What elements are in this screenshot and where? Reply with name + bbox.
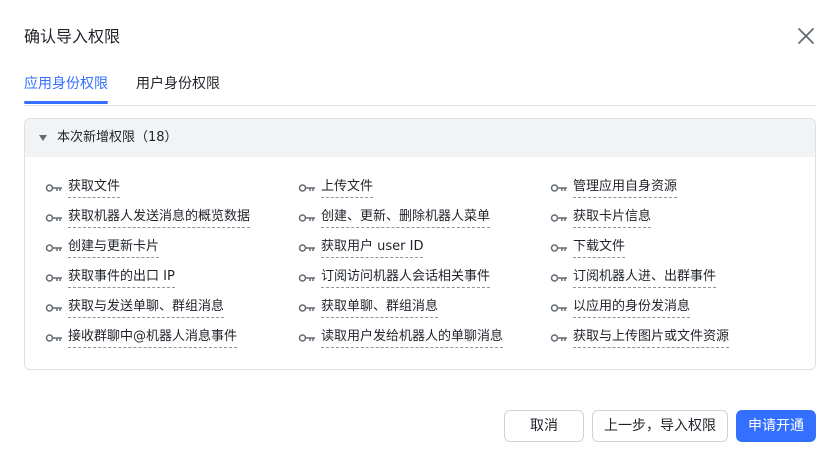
permission-label[interactable]: 订阅机器人进、出群事件 (573, 268, 717, 288)
key-icon (45, 333, 63, 343)
permission-item: 创建与更新卡片 (45, 237, 160, 259)
key-icon (550, 213, 568, 223)
tab-user-identity[interactable]: 用户身份权限 (136, 74, 220, 94)
permission-label[interactable]: 获取事件的出口 IP (68, 268, 175, 288)
permission-item: 获取用户 user ID (298, 237, 424, 259)
permission-label[interactable]: 获取单聊、群组消息 (321, 298, 439, 318)
permission-item: 下载文件 (550, 237, 626, 259)
permission-item: 接收群聊中@机器人消息事件 (45, 327, 238, 349)
key-icon (298, 213, 316, 223)
permission-label[interactable]: 获取卡片信息 (573, 208, 652, 228)
key-icon (550, 243, 568, 253)
permission-label[interactable]: 获取与发送单聊、群组消息 (68, 298, 225, 318)
permission-item: 订阅机器人进、出群事件 (550, 267, 717, 289)
active-tab-indicator (24, 101, 108, 104)
permission-item: 获取单聊、群组消息 (298, 297, 439, 319)
key-icon (550, 333, 568, 343)
permission-label[interactable]: 读取用户发给机器人的单聊消息 (321, 328, 504, 348)
key-icon (550, 273, 568, 283)
permission-label[interactable]: 获取用户 user ID (321, 238, 424, 258)
permissions-panel: 本次新增权限（18） 获取文件 上传文件 管理应用自身资源获取机器人发送消息的概览数… (24, 118, 816, 370)
permission-label[interactable]: 接收群聊中@机器人消息事件 (68, 328, 238, 348)
permission-item: 创建、更新、删除机器人菜单 (298, 207, 491, 229)
permission-item: 获取机器人发送消息的概览数据 (45, 207, 251, 229)
dialog-title: 确认导入权限 (24, 27, 121, 46)
permission-item: 获取与发送单聊、群组消息 (45, 297, 225, 319)
permission-item: 管理应用自身资源 (550, 177, 678, 199)
import-permissions-dialog: 确认导入权限 应用身份权限 用户身份权限 本次新增权限（18） 获取文件 上传文件… (0, 0, 840, 466)
key-icon (298, 273, 316, 283)
previous-step-button[interactable]: 上一步，导入权限 (592, 410, 728, 442)
permission-item: 获取文件 (45, 177, 121, 199)
tab-bar: 应用身份权限 用户身份权限 (24, 72, 816, 106)
key-icon (45, 183, 63, 193)
key-icon (45, 213, 63, 223)
permission-item: 订阅访问机器人会话相关事件 (298, 267, 491, 289)
panel-title: 本次新增权限（18） (57, 130, 178, 145)
permission-item: 获取与上传图片或文件资源 (550, 327, 730, 349)
close-icon[interactable] (794, 24, 818, 48)
permission-label[interactable]: 获取机器人发送消息的概览数据 (68, 208, 251, 228)
permission-item: 上传文件 (298, 177, 374, 199)
caret-down-icon (39, 135, 47, 141)
key-icon (45, 273, 63, 283)
key-icon (298, 333, 316, 343)
permission-label[interactable]: 管理应用自身资源 (573, 178, 678, 198)
key-icon (45, 243, 63, 253)
permission-item: 获取卡片信息 (550, 207, 652, 229)
permission-label[interactable]: 上传文件 (321, 178, 374, 198)
key-icon (550, 303, 568, 313)
permission-item: 读取用户发给机器人的单聊消息 (298, 327, 504, 349)
permission-label[interactable]: 订阅访问机器人会话相关事件 (321, 268, 491, 288)
permission-label[interactable]: 创建与更新卡片 (68, 238, 160, 258)
tab-app-identity[interactable]: 应用身份权限 (24, 74, 108, 94)
panel-header[interactable]: 本次新增权限（18） (25, 119, 815, 157)
permission-label[interactable]: 以应用的身份发消息 (573, 298, 691, 318)
permission-item: 以应用的身份发消息 (550, 297, 691, 319)
key-icon (298, 303, 316, 313)
key-icon (550, 183, 568, 193)
key-icon (298, 243, 316, 253)
key-icon (298, 183, 316, 193)
cancel-button[interactable]: 取消 (504, 410, 584, 442)
permission-label[interactable]: 获取文件 (68, 178, 121, 198)
key-icon (45, 303, 63, 313)
permission-label[interactable]: 下载文件 (573, 238, 626, 258)
permission-label[interactable]: 获取与上传图片或文件资源 (573, 328, 730, 348)
permission-item: 获取事件的出口 IP (45, 267, 175, 289)
permission-label[interactable]: 创建、更新、删除机器人菜单 (321, 208, 491, 228)
apply-button[interactable]: 申请开通 (736, 410, 816, 442)
